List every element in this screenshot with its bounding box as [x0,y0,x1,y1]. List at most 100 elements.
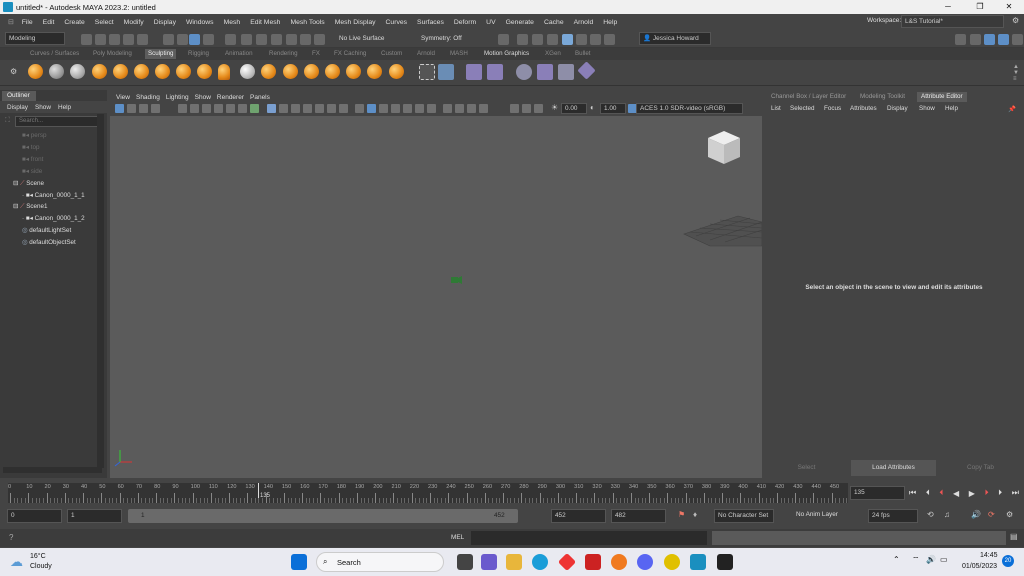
animation-start-field[interactable]: 0 [7,509,62,523]
workspace-dropdown[interactable]: L&S Tutorial* [901,15,1004,28]
sculpt-mesh-icon[interactable] [466,64,482,80]
snap-grid-icon[interactable] [225,34,236,45]
view-transform-dropdown[interactable]: ACES 1.0 SDR-video (sRGB) [636,103,743,114]
firefox-icon[interactable] [611,554,627,570]
menu-windows[interactable]: Windows [181,19,219,26]
hud-icon[interactable] [467,104,476,113]
safe-action-icon[interactable] [238,104,247,113]
outliner-vertical-scrollbar[interactable] [97,114,104,468]
isolate-select-icon[interactable] [510,104,519,113]
terminal-icon[interactable] [717,554,733,570]
snap-point-icon[interactable] [256,34,267,45]
view-cube-icon[interactable] [708,131,740,164]
ae-menu-display[interactable]: Display [887,105,908,112]
deformer-icon-3[interactable] [558,64,574,80]
wireframe-on-shaded-icon[interactable] [303,104,312,113]
outliner-item[interactable]: ◎ defaultLightSet [22,225,71,236]
tab-attribute-editor[interactable]: Attribute Editor [917,92,967,102]
shelf-options-icon[interactable]: ⚙ [10,67,17,76]
outliner-item[interactable]: · ■◂ Canon_0000_1_1 [22,190,85,201]
step-back-key-icon[interactable]: ⏴ [939,488,943,498]
knife-tool-icon[interactable] [304,64,319,79]
menu-surfaces[interactable]: Surfaces [412,19,449,26]
menu-mesh[interactable]: Mesh [219,19,246,26]
close-button[interactable]: ✕ [994,0,1024,14]
use-lights-icon[interactable] [327,104,336,113]
ae-select-button[interactable]: Select [764,460,849,476]
help-icon[interactable]: ? [9,533,13,542]
menu-display[interactable]: Display [149,19,181,26]
deformer-icon-2[interactable] [537,64,553,80]
ae-menu-show[interactable]: Show [919,105,935,112]
menu-edit-mesh[interactable]: Edit Mesh [245,19,285,26]
viewport-menu-lighting[interactable]: Lighting [160,94,189,101]
ae-menu-list[interactable]: List [771,105,781,112]
shelf-tab-rendering[interactable]: Rendering [269,49,298,59]
shelf-tab-custom[interactable]: Custom [381,49,402,59]
repeat-tool-icon[interactable] [197,64,212,79]
smear-tool-icon[interactable] [325,64,340,79]
deformer-icon-1[interactable] [516,64,532,80]
foamy-tool-icon[interactable] [155,64,170,79]
isolate-icon[interactable] [355,104,364,113]
teams-icon[interactable] [481,554,497,570]
command-input[interactable] [471,531,707,545]
outliner-menu-show[interactable]: Show [28,104,51,111]
menu-edit[interactable]: Edit [38,19,60,26]
outliner-tab[interactable]: Outliner [2,91,36,101]
menu-set-dropdown[interactable]: Modeling [5,32,65,45]
minimize-button[interactable]: ─ [933,0,963,14]
settings-gear-icon[interactable]: ⚙ [1012,16,1019,25]
grid-icon[interactable] [178,104,187,113]
outliner-horizontal-scrollbar[interactable] [3,467,102,473]
expand-icon[interactable]: ⊟ [13,180,20,187]
outliner-item[interactable]: ■◂ top [22,142,39,153]
auto-key-icon[interactable]: ♦ [693,510,697,519]
menu-file[interactable]: File [17,19,38,26]
character-set-dropdown[interactable]: No Character Set [714,509,774,523]
viewport-menu-view[interactable]: View [110,94,130,101]
menu-modify[interactable]: Modify [119,19,149,26]
wax-tool-icon[interactable] [240,64,255,79]
construction-history-icon[interactable] [498,34,509,45]
time-ruler[interactable]: 135 010203040506070809010011012013014015… [8,483,848,503]
app-yellow-icon[interactable] [664,554,680,570]
sculpt-tool-icon[interactable] [28,64,43,79]
clock-time[interactable]: 14:45 [980,552,998,559]
viewport-menu-shading[interactable]: Shading [130,94,160,101]
spray-tool-icon[interactable] [176,64,191,79]
ae-load-attributes-button[interactable]: Load Attributes [851,460,936,476]
outliner-item[interactable]: ⊟ ⟋ Scene [13,178,44,189]
gamma-field[interactable]: 1.00 [600,103,626,114]
lights-icon[interactable] [534,104,543,113]
snap-pivot-icon[interactable] [300,34,311,45]
select-hierarchy-icon[interactable] [163,34,174,45]
sound-icon[interactable]: ♫ [944,510,950,519]
selection-mask-icon[interactable] [203,34,214,45]
menu-generate[interactable]: Generate [501,19,539,26]
fps-dropdown[interactable]: 24 fps [868,509,918,523]
xray-icon[interactable] [367,104,376,113]
shelf-tab-animation[interactable]: Animation [225,49,253,59]
render-settings-icon[interactable] [547,34,558,45]
render-view-icon[interactable] [576,34,587,45]
safe-title-icon[interactable] [250,104,259,113]
smooth-tool-icon[interactable] [49,64,64,79]
discord-icon[interactable] [637,554,653,570]
viewport-menu-panels[interactable]: Panels [244,94,270,101]
imprint-tool-icon[interactable] [218,64,230,80]
render-icon[interactable] [517,34,528,45]
viewport-3d[interactable] [110,116,763,478]
edge-icon[interactable] [532,554,548,570]
ae-menu-focus[interactable]: Focus [824,105,841,112]
film-gate-icon[interactable] [190,104,199,113]
exposure-field[interactable]: 0.00 [561,103,587,114]
tab-modeling-toolkit[interactable]: Modeling Toolkit [860,92,905,102]
layout-icon-5[interactable] [1012,34,1023,45]
app-red-diamond-icon[interactable] [557,552,577,572]
pause-icon[interactable] [604,34,615,45]
outliner-item[interactable]: ⊟ ⟋ Scene1 [13,201,48,212]
ae-menu-attributes[interactable]: Attributes [850,105,877,112]
step-forward-icon[interactable]: ⏵ [998,488,1002,498]
shelf-tab-mash[interactable]: MASH [450,49,468,59]
